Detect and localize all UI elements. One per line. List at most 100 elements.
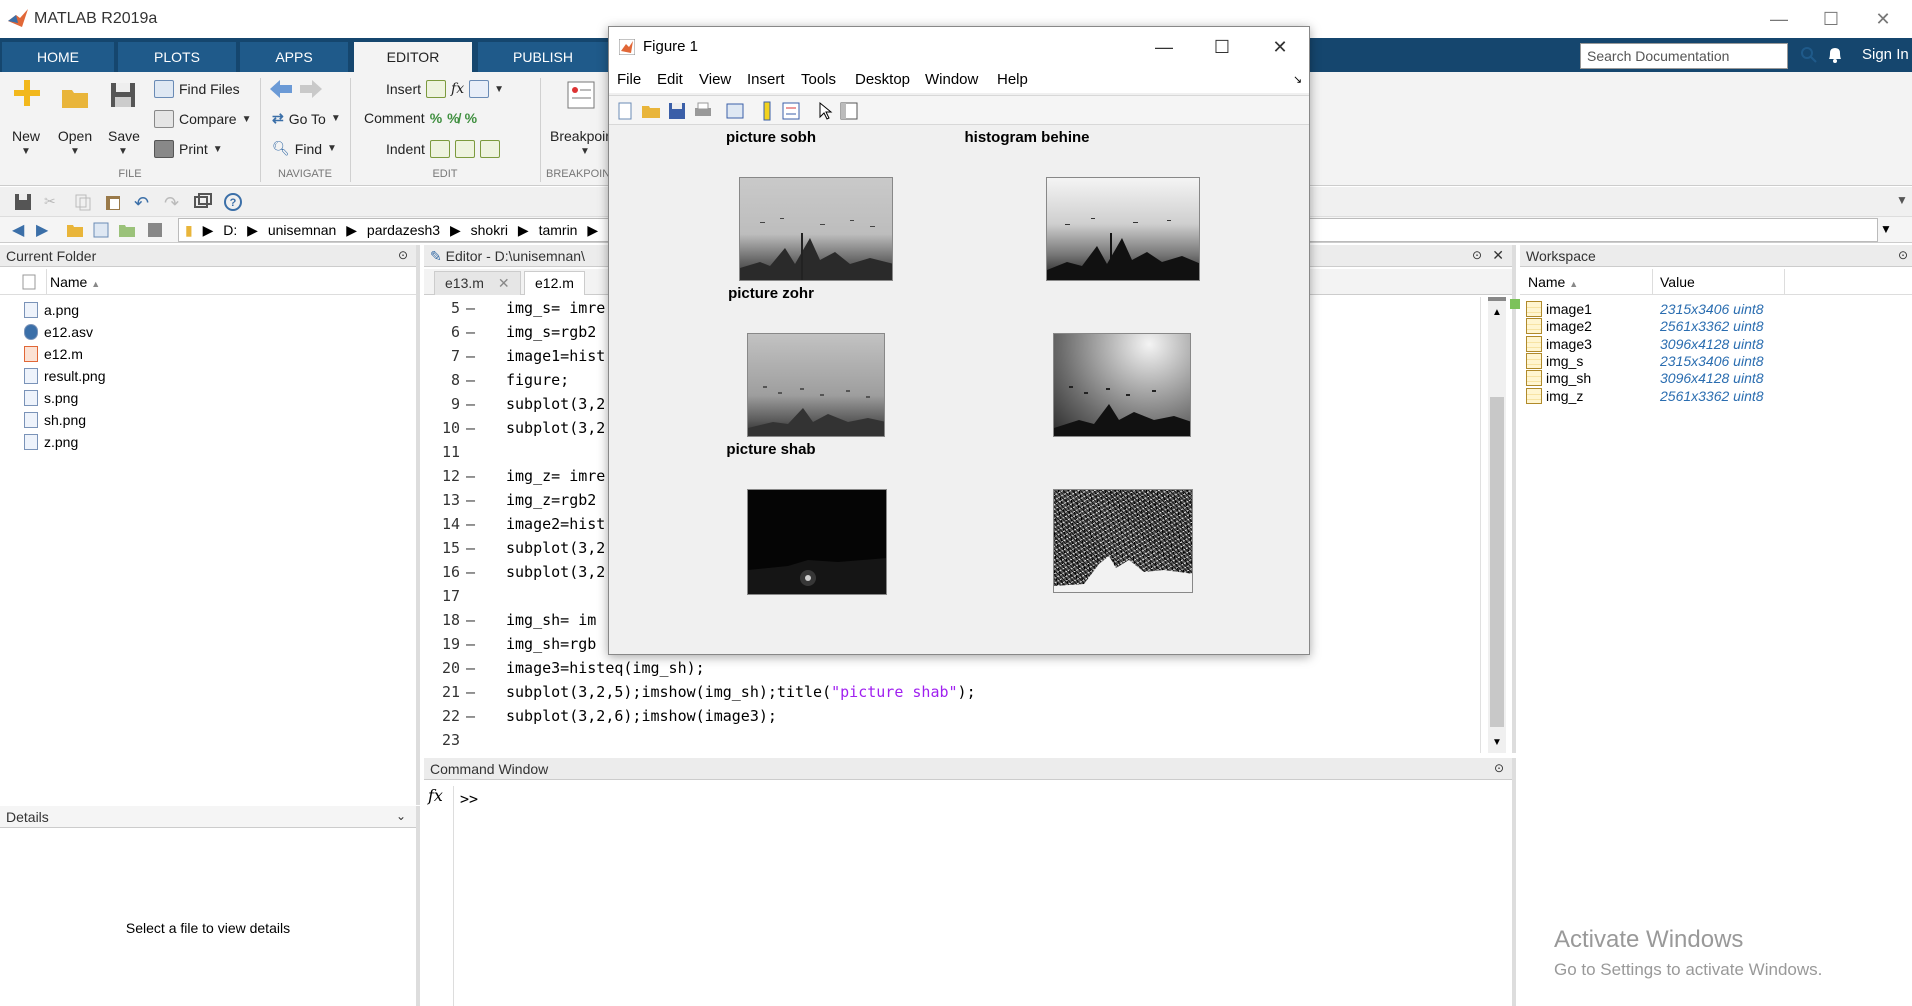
- scroll-up-icon[interactable]: ▲: [1492, 307, 1502, 318]
- menu-window[interactable]: Window: [925, 71, 978, 88]
- file-item[interactable]: a.png: [24, 299, 79, 321]
- function-browser-icon[interactable]: fx: [428, 786, 443, 805]
- breakpoints-dropdown-icon[interactable]: ▼: [580, 146, 590, 157]
- code-line[interactable]: 23: [424, 731, 1424, 755]
- minimize-button[interactable]: —: [1750, 0, 1808, 38]
- indent-button[interactable]: Indent: [386, 140, 500, 158]
- close-tab-icon[interactable]: ✕: [498, 275, 510, 291]
- edit-plot-cursor-icon[interactable]: [815, 101, 835, 121]
- breakpoint-dash[interactable]: –: [466, 659, 475, 677]
- code-analyzer-status-icon[interactable]: [1510, 299, 1520, 309]
- switch-windows-icon[interactable]: [194, 193, 212, 211]
- menu-view[interactable]: View: [699, 71, 731, 88]
- folder-history-icon[interactable]: [146, 221, 164, 239]
- find-files-button[interactable]: Find Files: [154, 80, 240, 98]
- find-button[interactable]: 🔍︎ Find ▼: [272, 140, 337, 157]
- sign-in-link[interactable]: Sign In: [1862, 46, 1909, 63]
- file-item[interactable]: s.png: [24, 387, 78, 409]
- scrollbar-thumb[interactable]: [1490, 397, 1504, 727]
- tab-e12[interactable]: e12.m: [524, 271, 585, 295]
- name-column-header[interactable]: Name ▲: [1528, 274, 1578, 290]
- breakpoint-dash[interactable]: –: [466, 467, 475, 485]
- menu-insert[interactable]: Insert: [747, 71, 785, 88]
- figure-minimize-button[interactable]: —: [1135, 27, 1193, 67]
- details-header[interactable]: Details ⌄: [0, 806, 416, 828]
- panel-actions-icon[interactable]: ⊙: [1898, 248, 1908, 262]
- tab-home[interactable]: HOME: [2, 42, 114, 72]
- open-button[interactable]: Open: [54, 128, 96, 144]
- figure-maximize-button[interactable]: ☐: [1193, 27, 1251, 67]
- figure-close-button[interactable]: ✕: [1251, 27, 1309, 67]
- cut-icon[interactable]: ✂: [44, 193, 62, 211]
- back-arrow-icon[interactable]: [270, 80, 292, 98]
- open-dropdown-icon[interactable]: ▼: [70, 146, 80, 157]
- editor-scrollbar[interactable]: ▲ ▼: [1488, 297, 1506, 753]
- name-column-header[interactable]: Name ▲: [50, 274, 100, 290]
- notification-bell-icon[interactable]: [1826, 45, 1844, 65]
- breakpoint-dash[interactable]: –: [466, 563, 475, 581]
- breakpoint-dash[interactable]: –: [466, 611, 475, 629]
- scroll-down-icon[interactable]: ▼: [1492, 737, 1502, 748]
- breakpoint-dash[interactable]: –: [466, 347, 475, 365]
- file-item[interactable]: e12.asv: [24, 321, 93, 343]
- breakpoint-dash[interactable]: –: [466, 515, 475, 533]
- path-segment[interactable]: shokri: [471, 222, 508, 238]
- breakpoint-dash[interactable]: –: [466, 395, 475, 413]
- help-icon[interactable]: ?: [224, 193, 242, 211]
- new-dropdown-icon[interactable]: ▼: [21, 146, 31, 157]
- breakpoint-dash[interactable]: –: [466, 419, 475, 437]
- chevron-down-icon[interactable]: ⌄: [396, 809, 406, 823]
- insert-button[interactable]: Insert fx ▼: [386, 80, 504, 98]
- path-drive[interactable]: D:: [223, 222, 237, 238]
- breakpoint-dash[interactable]: –: [466, 491, 475, 509]
- close-editor-icon[interactable]: ✕: [1492, 247, 1504, 264]
- panel-actions-icon[interactable]: ⊙: [1494, 761, 1504, 775]
- menu-desktop[interactable]: Desktop: [855, 71, 910, 88]
- up-folder-icon[interactable]: [66, 221, 84, 239]
- menu-file[interactable]: File: [617, 71, 641, 88]
- save-button[interactable]: Save: [104, 128, 144, 144]
- tab-apps[interactable]: APPS: [240, 42, 348, 72]
- tab-editor[interactable]: EDITOR: [354, 42, 472, 72]
- tab-publish[interactable]: PUBLISH: [478, 42, 608, 72]
- path-segment[interactable]: unisemnan: [268, 222, 337, 238]
- search-icon[interactable]: [1800, 46, 1818, 64]
- tab-e13[interactable]: e13.m ✕: [434, 271, 521, 295]
- browse-folder-icon[interactable]: [92, 221, 110, 239]
- go-to-button[interactable]: ⇄ Go To ▼: [272, 110, 341, 127]
- save-dropdown-icon[interactable]: ▼: [118, 146, 128, 157]
- breakpoint-dash[interactable]: –: [466, 371, 475, 389]
- save-figure-icon[interactable]: [667, 101, 687, 121]
- path-segment[interactable]: tamrin: [539, 222, 578, 238]
- code-line[interactable]: 20– image3=histeq(img_sh);: [424, 659, 1424, 683]
- paste-icon[interactable]: [104, 193, 122, 211]
- print-button[interactable]: Print ▼: [154, 140, 223, 158]
- file-item[interactable]: e12.m: [24, 343, 83, 365]
- code-line[interactable]: 22– subplot(3,2,6);imshow(image3);: [424, 707, 1424, 731]
- panel-actions-icon[interactable]: ⊙: [398, 248, 408, 262]
- legend-icon[interactable]: [781, 101, 801, 121]
- link-plot-icon[interactable]: [725, 101, 745, 121]
- dock-figure-icon[interactable]: ↘: [1293, 73, 1302, 86]
- forward-icon[interactable]: ▶: [36, 220, 54, 239]
- open-file-icon[interactable]: [641, 101, 661, 121]
- redo-icon[interactable]: ↷: [164, 193, 182, 213]
- breakpoint-dash[interactable]: –: [466, 635, 475, 653]
- close-button[interactable]: ✕: [1854, 0, 1912, 38]
- menu-edit[interactable]: Edit: [657, 71, 683, 88]
- value-column-header[interactable]: Value: [1660, 274, 1695, 290]
- tab-plots[interactable]: PLOTS: [118, 42, 236, 72]
- comment-button[interactable]: Comment % %̸ %: [364, 110, 477, 126]
- forward-arrow-icon[interactable]: [300, 80, 322, 98]
- search-documentation-input[interactable]: Search Documentation: [1580, 43, 1788, 69]
- code-line[interactable]: 21– subplot(3,2,5);imshow(img_sh);title("…: [424, 683, 1424, 707]
- workspace-variable-row[interactable]: img_z 2561x3362 uint8: [1524, 386, 1904, 407]
- path-dropdown-icon[interactable]: ▼: [1880, 222, 1892, 236]
- breakpoints-button[interactable]: Breakpoin: [550, 128, 610, 144]
- undo-icon[interactable]: ↶: [134, 193, 152, 213]
- file-item[interactable]: result.png: [24, 365, 105, 387]
- save-icon[interactable]: [14, 193, 32, 211]
- toolbar-options-icon[interactable]: ▼: [1896, 193, 1908, 207]
- command-prompt[interactable]: >>: [460, 790, 478, 808]
- file-item[interactable]: sh.png: [24, 409, 86, 431]
